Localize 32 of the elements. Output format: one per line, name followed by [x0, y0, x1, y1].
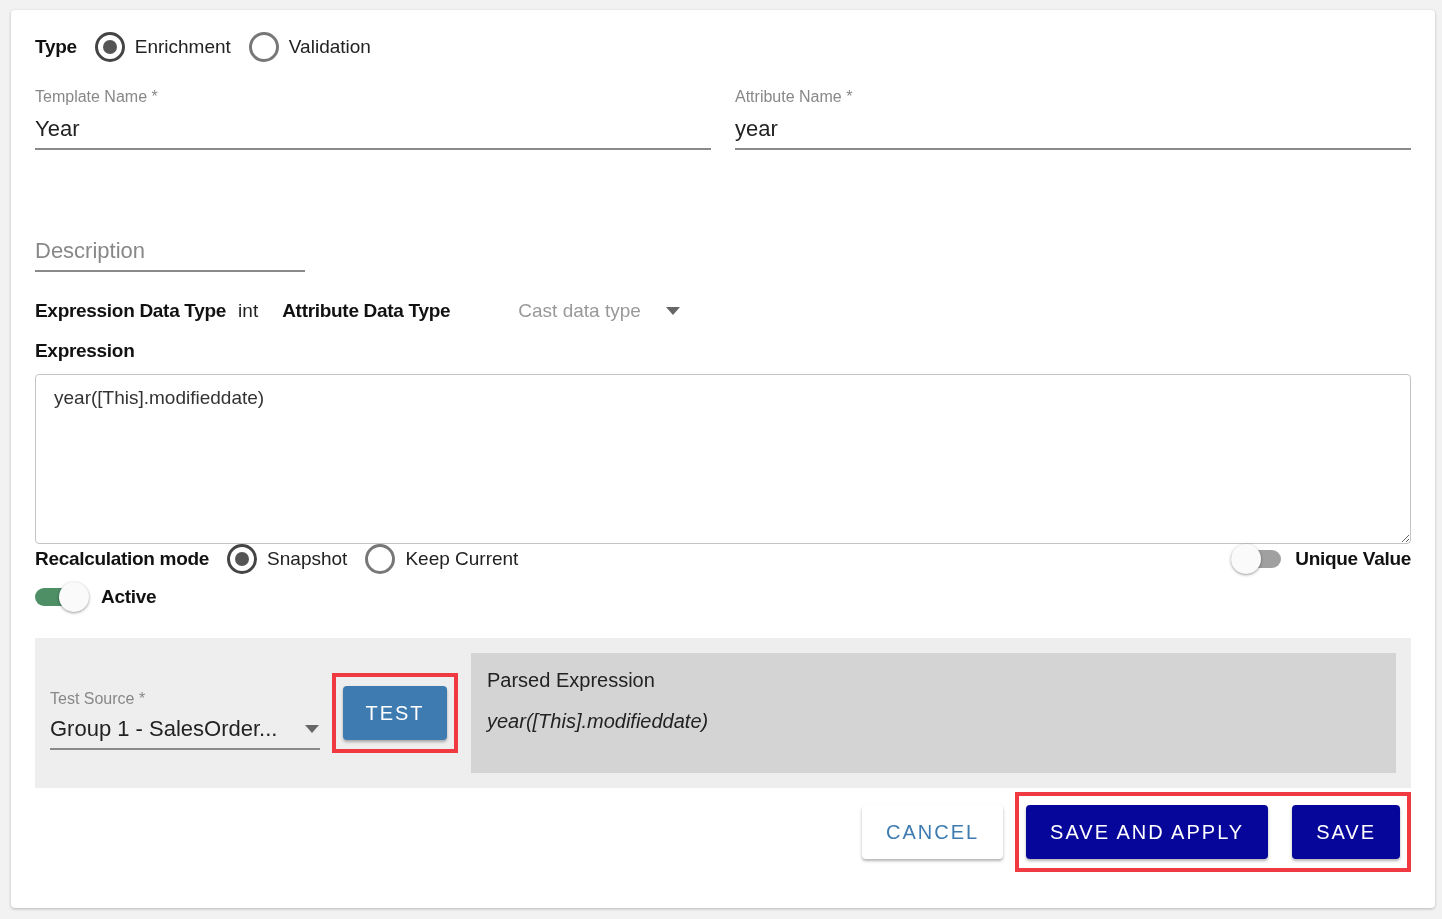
unique-value-label: Unique Value — [1295, 548, 1411, 570]
type-label: Type — [35, 36, 77, 58]
radio-button[interactable] — [365, 544, 396, 574]
attribute-data-type-label: Attribute Data Type — [282, 300, 451, 322]
radio-option[interactable]: Validation — [248, 32, 371, 62]
test-button[interactable]: TEST — [343, 686, 447, 740]
cancel-button[interactable]: CANCEL — [861, 805, 1004, 859]
radio-option[interactable]: Keep Current — [365, 544, 519, 574]
field-label: Template Name * — [35, 88, 159, 106]
radio-button[interactable] — [248, 32, 279, 62]
description-field[interactable]: Description — [35, 234, 305, 272]
recalculation-mode-label: Recalculation mode — [35, 548, 210, 570]
expression-input[interactable]: year([This].modifieddate) — [35, 374, 1411, 544]
parsed-expression-value: year([This].modifieddate) — [487, 710, 710, 733]
expression-label: Expression — [35, 340, 135, 362]
radio-option[interactable]: Snapshot — [227, 544, 348, 574]
test-source-select[interactable]: Test Source * Group 1 - SalesOrder... — [50, 690, 320, 750]
caret-icon — [664, 306, 681, 316]
active-label: Active — [101, 586, 157, 608]
radio-button[interactable] — [94, 32, 125, 62]
primary-button[interactable]: SAVE — [1292, 805, 1400, 859]
attribute-name-field[interactable]: year — [735, 112, 1411, 150]
radio-option[interactable]: Enrichment — [94, 32, 231, 62]
template-name-field[interactable]: Year — [35, 112, 711, 150]
field-label: Attribute Name * — [735, 88, 854, 106]
radio-button[interactable] — [227, 544, 258, 574]
parsed-expression-title: Parsed Expression — [487, 669, 656, 692]
expression-data-type-value: int — [238, 300, 259, 322]
active-toggle[interactable] — [35, 584, 89, 610]
caret-icon — [304, 724, 320, 734]
expression-data-type-label: Expression Data Type — [35, 300, 227, 322]
primary-button[interactable]: SAVE AND APPLY — [1026, 805, 1269, 859]
